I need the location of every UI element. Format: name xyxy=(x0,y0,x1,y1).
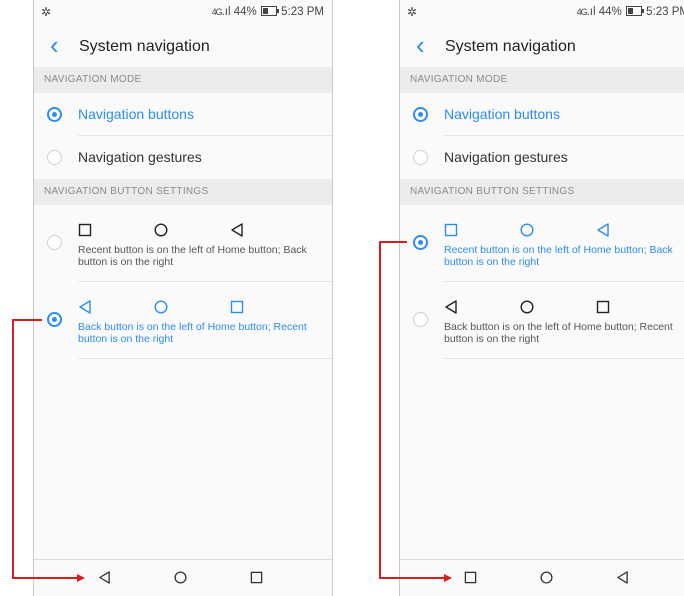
annotation-arrowhead-icon xyxy=(77,574,85,582)
option-navigation-buttons[interactable]: Navigation buttons xyxy=(400,93,684,135)
nav-home-icon[interactable] xyxy=(540,571,553,589)
app-header: ‹ System navigation xyxy=(34,26,332,66)
radio-unselected-icon[interactable] xyxy=(47,235,62,250)
status-bar: ✲ 4G.ıl 44% 5:23 PM xyxy=(400,0,684,26)
annotation-line xyxy=(12,319,14,578)
section-navigation-mode: NAVIGATION MODE xyxy=(34,67,332,93)
option-description: Recent button is on the left of Home but… xyxy=(444,244,673,268)
option-label: Navigation gestures xyxy=(78,149,202,165)
option-label: Navigation gestures xyxy=(444,149,568,165)
radio-selected-icon[interactable] xyxy=(413,235,428,250)
battery-icon xyxy=(625,6,644,16)
section-button-settings: NAVIGATION BUTTON SETTINGS xyxy=(400,179,684,205)
back-icon xyxy=(596,223,610,242)
annotation-line xyxy=(379,577,444,579)
recent-icon xyxy=(78,223,92,242)
option-description: Recent button is on the left of Home but… xyxy=(78,244,307,268)
recent-icon xyxy=(230,300,244,319)
clock: 5:23 PM xyxy=(281,6,324,18)
nav-recent-icon[interactable] xyxy=(250,571,263,589)
option-label: Navigation buttons xyxy=(78,106,194,122)
home-icon xyxy=(154,300,168,319)
page-title: System navigation xyxy=(79,38,210,55)
option-navigation-gestures[interactable]: Navigation gestures xyxy=(34,136,332,178)
back-icon xyxy=(78,300,92,319)
home-icon xyxy=(154,223,168,242)
annotation-line xyxy=(12,319,42,321)
option-description: Back button is on the left of Home butto… xyxy=(78,321,307,345)
signal-icon: 4G xyxy=(576,7,588,17)
back-icon xyxy=(444,300,458,319)
annotation-line xyxy=(379,241,381,578)
battery-percent: 44% xyxy=(233,6,257,18)
nav-home-icon[interactable] xyxy=(174,571,187,589)
option-description: Back button is on the left of Home butto… xyxy=(444,321,673,345)
button-layout-option-2[interactable]: Back button is on the left of Home butto… xyxy=(400,282,684,358)
option-navigation-gestures[interactable]: Navigation gestures xyxy=(400,136,684,178)
option-navigation-buttons[interactable]: Navigation buttons xyxy=(34,93,332,135)
clock: 5:23 PM xyxy=(646,6,684,18)
signal-bars-icon: .ıl xyxy=(586,6,596,18)
nav-back-icon[interactable] xyxy=(616,571,629,589)
app-header: ‹ System navigation xyxy=(400,26,684,66)
section-navigation-mode: NAVIGATION MODE xyxy=(400,67,684,93)
page-title: System navigation xyxy=(445,38,576,55)
radio-unselected-icon[interactable] xyxy=(47,150,62,165)
battery-percent: 44% xyxy=(598,6,622,18)
settings-gear-icon: ✲ xyxy=(407,5,418,19)
recent-icon xyxy=(444,223,458,242)
radio-selected-icon[interactable] xyxy=(47,107,62,122)
divider xyxy=(78,358,332,359)
back-chevron-icon[interactable]: ‹ xyxy=(416,30,425,60)
status-bar: ✲ 4G.ıl 44% 5:23 PM xyxy=(34,0,332,26)
divider xyxy=(444,358,684,359)
annotation-line xyxy=(12,577,77,579)
button-layout-option-1[interactable]: Recent button is on the left of Home but… xyxy=(34,205,332,281)
phone-screen-left: ✲ 4G.ıl 44% 5:23 PM ‹ System navigation … xyxy=(33,0,333,596)
back-chevron-icon[interactable]: ‹ xyxy=(50,30,59,60)
home-icon xyxy=(520,223,534,242)
battery-icon xyxy=(260,6,279,16)
section-button-settings: NAVIGATION BUTTON SETTINGS xyxy=(34,179,332,205)
radio-selected-icon[interactable] xyxy=(47,312,62,327)
radio-unselected-icon[interactable] xyxy=(413,312,428,327)
radio-unselected-icon[interactable] xyxy=(413,150,428,165)
nav-recent-icon[interactable] xyxy=(464,571,477,589)
button-layout-option-1[interactable]: Recent button is on the left of Home but… xyxy=(400,205,684,281)
button-layout-option-2[interactable]: Back button is on the left of Home butto… xyxy=(34,282,332,358)
phone-screen-right: ✲ 4G.ıl 44% 5:23 PM ‹ System navigation … xyxy=(399,0,684,596)
recent-icon xyxy=(596,300,610,319)
nav-back-icon[interactable] xyxy=(98,571,111,589)
signal-bars-icon: .ıl xyxy=(221,6,231,18)
signal-icon: 4G xyxy=(211,7,223,17)
radio-selected-icon[interactable] xyxy=(413,107,428,122)
annotation-arrowhead-icon xyxy=(444,574,452,582)
settings-gear-icon: ✲ xyxy=(41,5,52,19)
back-icon xyxy=(230,223,244,242)
home-icon xyxy=(520,300,534,319)
option-label: Navigation buttons xyxy=(444,106,560,122)
annotation-line xyxy=(379,241,407,243)
